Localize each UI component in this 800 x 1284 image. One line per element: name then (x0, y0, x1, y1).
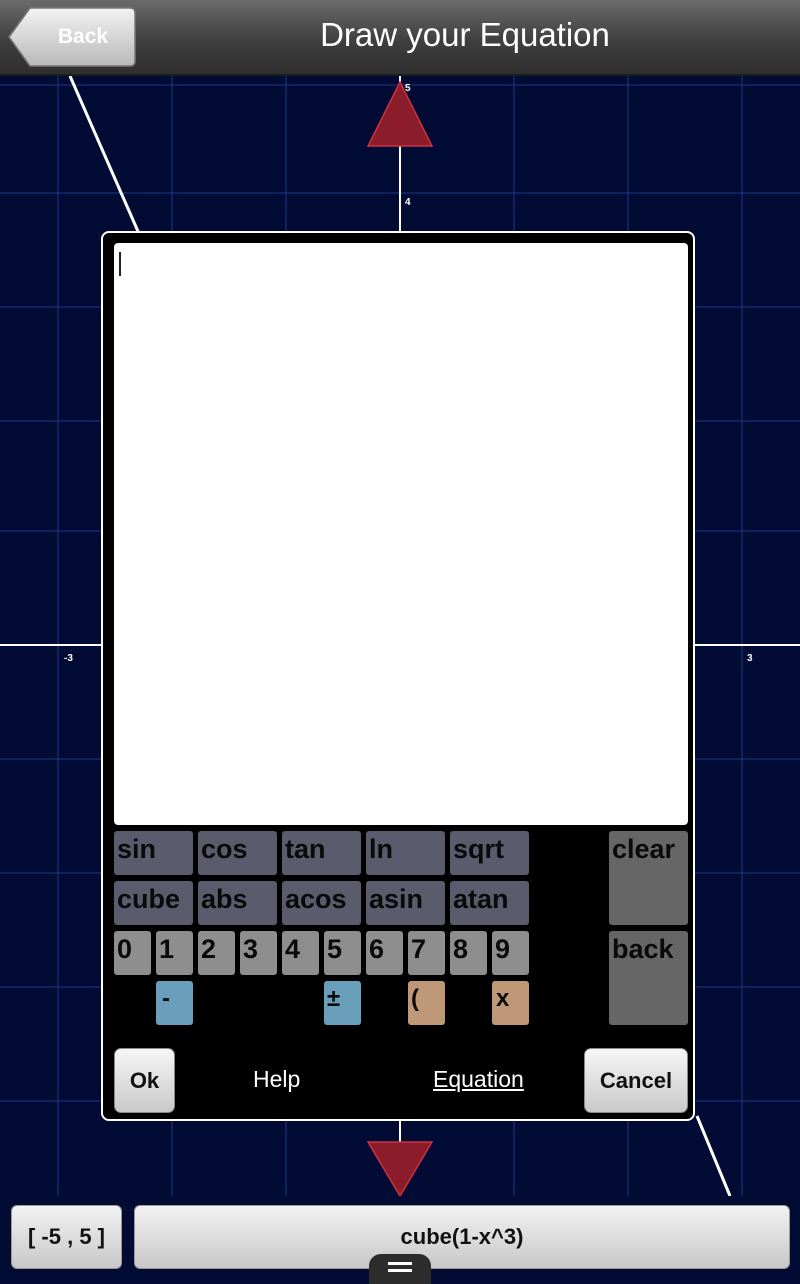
key-0[interactable]: 0 (114, 931, 151, 975)
cancel-button[interactable]: Cancel (584, 1048, 688, 1113)
app-header: Back Draw your Equation (0, 0, 800, 76)
pan-up-arrow (366, 80, 434, 147)
tick-label-x-neg3: -3 (64, 653, 73, 664)
handle-line-icon (388, 1269, 412, 1272)
range-button[interactable]: [ -5 , 5 ] (11, 1205, 122, 1269)
key-3[interactable]: 3 (240, 931, 277, 975)
key-open-paren[interactable]: ( (408, 981, 445, 1025)
back-button-label: Back (57, 25, 109, 48)
key-atan[interactable]: atan (450, 881, 529, 925)
equation-link[interactable]: Equation (433, 1066, 524, 1093)
ok-button[interactable]: Ok (114, 1048, 175, 1113)
page-title: Draw your Equation (320, 16, 610, 53)
key-asin[interactable]: asin (366, 881, 445, 925)
key-x[interactable]: x (492, 981, 529, 1025)
key-acos[interactable]: acos (282, 881, 361, 925)
tick-label-x-3: 3 (747, 653, 753, 664)
key-sin[interactable]: sin (114, 831, 193, 875)
key-tan[interactable]: tan (282, 831, 361, 875)
key-7[interactable]: 7 (408, 931, 445, 975)
key-6[interactable]: 6 (366, 931, 403, 975)
key-2[interactable]: 2 (198, 931, 235, 975)
equation-dialog: sin cos tan ln sqrt cube abs acos asin a… (101, 231, 695, 1121)
help-link[interactable]: Help (253, 1066, 300, 1093)
key-ln[interactable]: ln (366, 831, 445, 875)
tick-label-y-4: 4 (405, 197, 411, 208)
handle-line-icon (388, 1262, 412, 1265)
key-clear[interactable]: clear (609, 831, 688, 925)
key-back[interactable]: back (609, 931, 688, 1025)
drawing-area[interactable] (114, 243, 688, 825)
key-1[interactable]: 1 (156, 931, 193, 975)
key-cube[interactable]: cube (114, 881, 193, 925)
pan-down-arrow (366, 1141, 434, 1196)
key-cos[interactable]: cos (198, 831, 277, 875)
key-minus[interactable]: - (156, 981, 193, 1025)
key-4[interactable]: 4 (282, 931, 319, 975)
key-8[interactable]: 8 (450, 931, 487, 975)
key-plus-minus[interactable]: ± (324, 981, 361, 1025)
key-abs[interactable]: abs (198, 881, 277, 925)
key-9[interactable]: 9 (492, 931, 529, 975)
back-button[interactable]: Back (8, 7, 136, 67)
key-5[interactable]: 5 (324, 931, 361, 975)
text-cursor (119, 252, 121, 276)
equation-display-button[interactable]: cube(1-x^3) (134, 1205, 790, 1269)
key-sqrt[interactable]: sqrt (450, 831, 529, 875)
